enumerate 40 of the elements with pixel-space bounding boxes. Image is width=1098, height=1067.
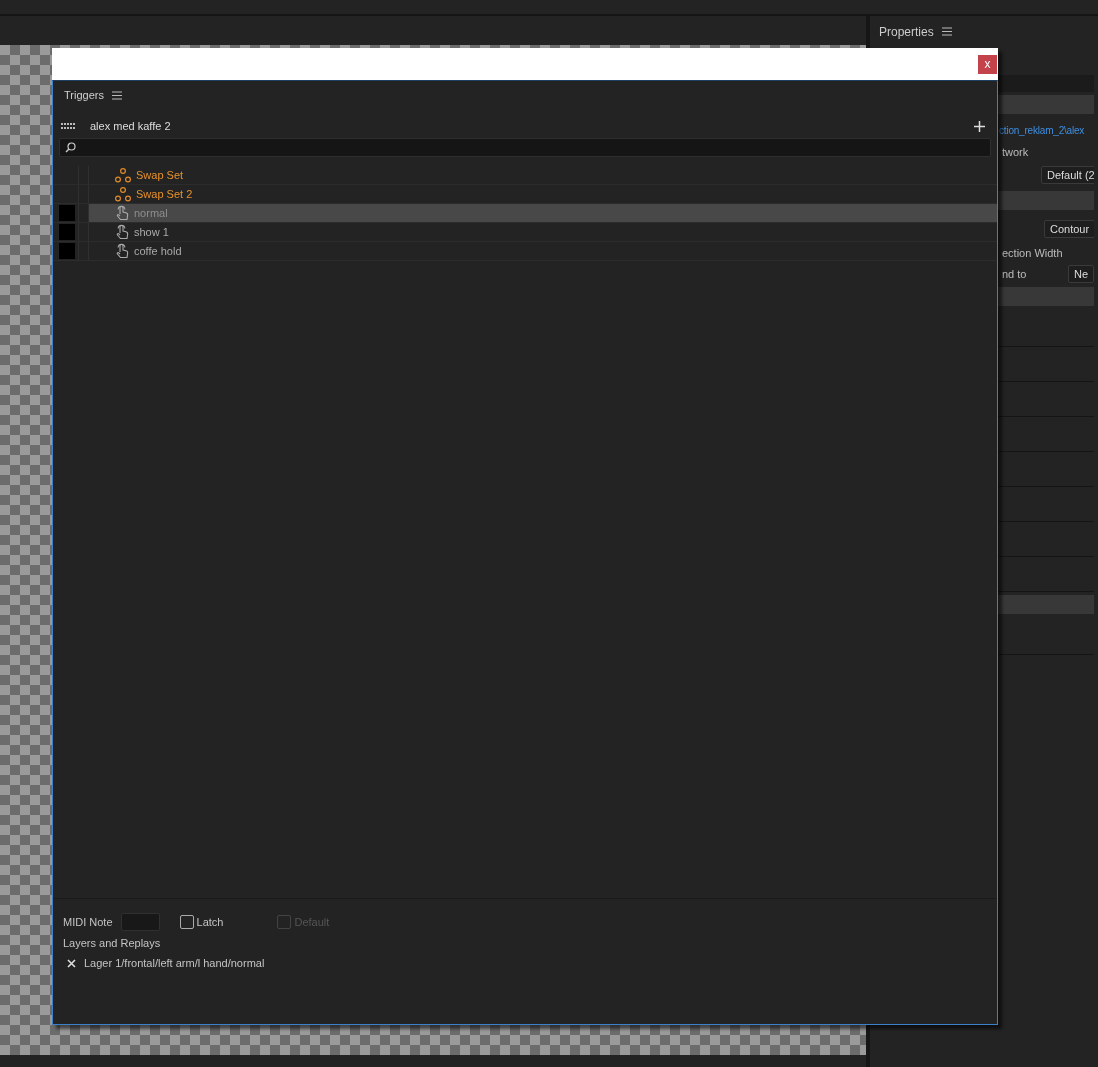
puppet-name: alex med kaffe 2 [90,120,171,132]
trigger-label: normal [134,207,168,219]
panel-title[interactable]: Triggers [64,89,104,101]
circles-icon [115,186,131,202]
contour-button[interactable]: Contour [1044,220,1094,238]
key-swatch[interactable] [59,224,75,240]
trigger-row[interactable]: coffe hold [53,242,997,261]
trigger-label: show 1 [134,226,169,238]
property-label: twork [1002,145,1029,158]
field-label: MIDI Note [63,916,113,928]
key-swatch[interactable] [59,205,75,221]
hand-icon [115,205,129,221]
plus-icon[interactable] [974,120,985,132]
midi-note-field[interactable] [120,913,160,931]
menu-icon[interactable] [941,27,952,36]
trigger-label: Swap Set 2 [136,188,193,200]
section-label: Layers and Replays [63,937,162,949]
trigger-label: coffe hold [134,245,182,257]
property-label: nd to [1002,267,1027,280]
dropdown[interactable]: Ne [1067,264,1094,283]
file-path-link[interactable]: ction_reklam_2\alex [999,125,1085,136]
key-swatch[interactable] [59,243,75,259]
menu-icon[interactable] [111,90,122,100]
search-icon [65,142,76,153]
keyboard-icon [61,122,75,130]
hand-icon [115,224,129,240]
trigger-label: Swap Set [136,169,184,181]
hand-icon [115,243,129,259]
circles-icon [115,167,131,183]
checkbox-label: Latch [196,916,224,928]
panel-title[interactable]: Properties [879,24,934,39]
dropdown[interactable]: Default (2 [1041,166,1094,184]
close-icon[interactable] [67,958,76,968]
layer-path: Lager 1/frontal/left arm/l hand/normal [84,957,265,969]
trigger-row[interactable]: Swap Set [53,166,997,185]
trigger-row[interactable]: show 1 [53,223,997,242]
checkbox[interactable] [179,915,194,929]
property-label: ection Width [1002,246,1063,259]
close-button[interactable]: x [978,54,997,74]
search-field[interactable] [59,138,991,157]
